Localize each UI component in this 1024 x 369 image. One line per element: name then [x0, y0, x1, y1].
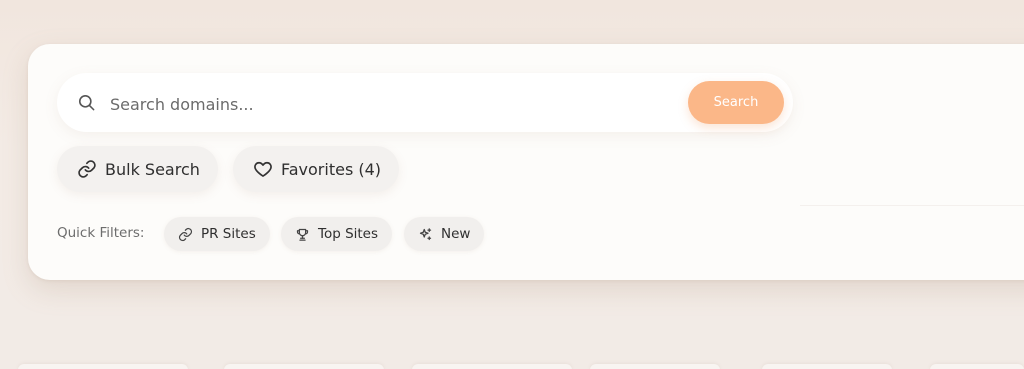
filter-top-sites-label: Top Sites — [318, 226, 379, 242]
heart-icon — [254, 161, 272, 177]
card-peek — [590, 364, 720, 369]
card-peek — [18, 364, 188, 369]
search-button[interactable]: Search — [688, 81, 784, 124]
quick-filters-label: Quick Filters: — [57, 225, 145, 241]
filter-top-sites[interactable]: Top Sites — [281, 217, 393, 251]
divider — [800, 205, 1024, 206]
sparkles-icon — [419, 227, 432, 240]
filter-pr-sites[interactable]: PR Sites — [164, 217, 270, 251]
card-peek — [224, 364, 384, 369]
search-icon — [78, 94, 95, 111]
trophy-icon — [296, 228, 309, 241]
filter-new[interactable]: New — [404, 217, 485, 251]
filter-new-label: New — [441, 226, 471, 242]
filter-pr-sites-label: PR Sites — [201, 226, 256, 242]
page: Search Bulk Search Favorites (4) Quick F… — [0, 0, 1024, 369]
link-icon — [178, 227, 193, 241]
card-peek — [762, 364, 892, 369]
favorites-button[interactable]: Favorites (4) — [233, 146, 400, 192]
link-icon — [78, 160, 96, 178]
card-peek — [930, 364, 1024, 369]
bulk-search-label: Bulk Search — [105, 159, 200, 179]
search-input[interactable] — [108, 86, 672, 122]
card-peek — [412, 364, 572, 369]
favorites-label: Favorites (4) — [281, 159, 382, 179]
bulk-search-button[interactable]: Bulk Search — [57, 146, 218, 192]
